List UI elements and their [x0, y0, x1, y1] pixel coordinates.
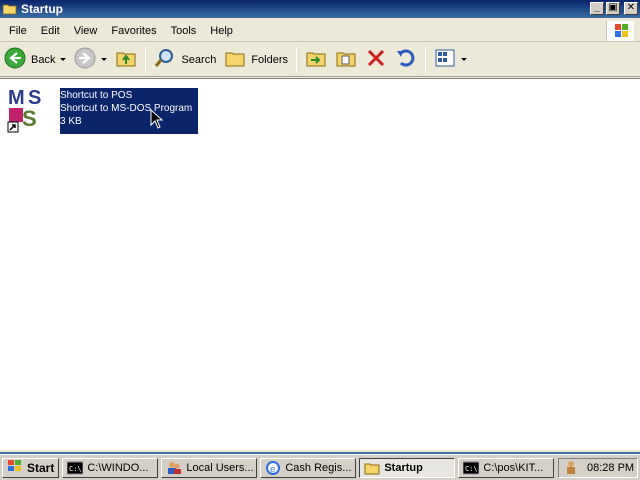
internet-explorer-icon: e — [265, 460, 281, 475]
svg-text:e: e — [270, 465, 275, 475]
file-size: 3 KB — [60, 116, 82, 127]
start-label: Start — [27, 460, 55, 475]
users-icon — [166, 461, 182, 475]
menu-favorites[interactable]: Favorites — [104, 25, 163, 37]
minimize-button[interactable]: _ — [590, 2, 604, 15]
svg-text:S: S — [22, 106, 37, 131]
up-folder-button[interactable] — [111, 46, 141, 74]
mouse-pointer-icon — [150, 108, 164, 129]
system-tray: 08:28 PM — [558, 458, 638, 478]
up-folder-icon — [115, 47, 137, 72]
back-dropdown-icon[interactable] — [60, 58, 67, 61]
task-startup[interactable]: Startup — [359, 457, 456, 478]
delete-x-icon — [365, 47, 387, 72]
toolbar-separator — [296, 46, 298, 73]
forward-arrow-icon — [74, 47, 96, 72]
undo-icon — [395, 47, 417, 72]
views-icon — [434, 47, 456, 72]
copy-to-button[interactable] — [331, 46, 361, 74]
back-label: Back — [31, 53, 56, 66]
file-list-pane[interactable]: M S S Shortcut to POS Shortcut to MS-DOS… — [0, 78, 640, 450]
taskbar: Start C:\ C:\WINDO... Local Users... e C… — [0, 454, 640, 480]
close-button[interactable]: ✕ — [624, 2, 638, 15]
undo-button[interactable] — [391, 46, 421, 74]
task-cash-register[interactable]: e Cash Regis... — [260, 457, 357, 478]
search-icon — [154, 47, 176, 72]
folder-icon — [364, 461, 380, 475]
start-button[interactable]: Start — [2, 457, 60, 478]
search-label: Search — [181, 53, 217, 66]
folder-icon — [2, 3, 17, 15]
file-item-shortcut-to-pos[interactable]: M S S Shortcut to POS Shortcut to MS-DOS… — [6, 86, 198, 134]
toolbar-separator — [425, 46, 427, 73]
forward-button[interactable] — [70, 46, 111, 74]
task-local-users[interactable]: Local Users... — [161, 457, 258, 478]
task-label: C:\pos\KIT... — [483, 461, 544, 474]
ms-dos-program-icon: M S S — [6, 86, 54, 134]
menu-bar: File Edit View Favorites Tools Help — [0, 20, 640, 42]
windows-logo-icon — [606, 21, 634, 41]
folders-icon — [224, 47, 246, 72]
views-button[interactable] — [430, 46, 471, 74]
toolbar: Back Search Folders — [0, 43, 640, 77]
menu-view[interactable]: View — [67, 25, 105, 37]
back-arrow-icon — [4, 47, 26, 72]
explorer-window: Startup _ ▣ ✕ File Edit View Favorites T… — [0, 0, 640, 452]
file-label-selected[interactable]: Shortcut to POS Shortcut to MS-DOS Progr… — [60, 88, 198, 134]
menu-file[interactable]: File — [0, 25, 34, 37]
menu-tools[interactable]: Tools — [164, 25, 204, 37]
task-label: Local Users... — [186, 461, 254, 474]
move-to-folder-icon — [305, 47, 327, 72]
task-label: Startup — [384, 461, 423, 474]
clock[interactable]: 08:28 PM — [587, 462, 634, 474]
forward-dropdown-icon[interactable] — [101, 58, 108, 61]
folders-button[interactable]: Folders — [220, 46, 292, 74]
tray-users-icon[interactable] — [563, 459, 579, 478]
command-prompt-icon: C:\ — [462, 461, 480, 475]
task-cmd-windows[interactable]: C:\ C:\WINDO... — [62, 457, 159, 478]
command-prompt-icon: C:\ — [66, 461, 84, 475]
svg-text:C:\: C:\ — [69, 465, 82, 473]
folders-label: Folders — [251, 53, 289, 66]
task-label: C:\WINDO... — [87, 461, 149, 474]
menu-help[interactable]: Help — [203, 25, 240, 37]
toolbar-separator — [145, 46, 147, 73]
svg-text:C:\: C:\ — [465, 465, 478, 473]
window-title: Startup — [21, 2, 63, 16]
windows-flag-icon — [7, 459, 23, 476]
file-name: Shortcut to POS — [60, 90, 133, 101]
back-button[interactable]: Back — [0, 46, 70, 74]
copy-to-folder-icon — [335, 47, 357, 72]
delete-button[interactable] — [361, 46, 391, 74]
title-bar[interactable]: Startup _ ▣ ✕ — [0, 0, 640, 18]
file-type: Shortcut to MS-DOS Program — [60, 103, 193, 114]
move-to-button[interactable] — [301, 46, 331, 74]
menu-edit[interactable]: Edit — [34, 25, 67, 37]
restore-button[interactable]: ▣ — [606, 2, 620, 15]
task-cmd-pos[interactable]: C:\ C:\pos\KIT... — [458, 457, 555, 478]
views-dropdown-icon[interactable] — [461, 58, 468, 61]
search-button[interactable]: Search — [150, 46, 220, 74]
task-label: Cash Regis... — [285, 461, 352, 474]
